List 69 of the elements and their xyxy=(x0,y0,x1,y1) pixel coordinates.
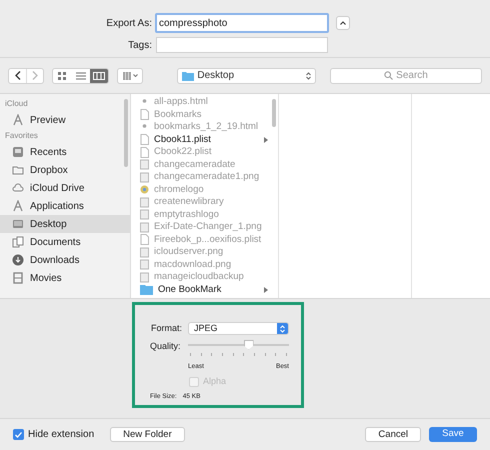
collapse-button[interactable] xyxy=(336,16,350,30)
scrollbar[interactable] xyxy=(124,99,128,167)
sidebar-item[interactable]: iCloud Drive xyxy=(0,179,130,197)
format-popup[interactable]: JPEG xyxy=(188,322,289,336)
format-label: Format: xyxy=(150,322,182,335)
chevron-up-icon xyxy=(340,21,346,25)
sidebar-item[interactable]: Applications xyxy=(0,197,130,215)
sidebar-item[interactable]: Documents xyxy=(0,233,130,251)
quality-label: Quality: xyxy=(150,340,182,353)
scrollbar[interactable] xyxy=(272,99,276,127)
film-icon xyxy=(12,272,24,284)
hide-extension-checkbox[interactable] xyxy=(13,429,24,440)
documents-icon xyxy=(12,236,24,248)
arrange-button[interactable] xyxy=(117,68,144,84)
document-icon xyxy=(140,109,149,120)
save-button[interactable]: Save xyxy=(429,427,477,442)
dialog-button[interactable]: Cancel xyxy=(365,427,421,442)
folder-icon xyxy=(140,284,153,296)
caret-icon xyxy=(132,74,138,77)
grid-icon xyxy=(57,70,68,80)
image-file-icon xyxy=(140,246,149,258)
download-icon xyxy=(12,254,24,266)
sidebar-heading: Favorites xyxy=(4,130,39,142)
document-icon xyxy=(140,134,149,146)
tags-field[interactable] xyxy=(156,37,328,53)
sidebar-item[interactable]: Dropbox xyxy=(0,161,130,179)
folder-icon xyxy=(182,70,194,80)
image-file-icon xyxy=(140,196,149,208)
sidebar-item[interactable]: Recents xyxy=(0,143,130,161)
field-label: Tags: xyxy=(127,38,153,52)
search-icon xyxy=(384,71,394,80)
grid-icon xyxy=(122,72,131,80)
list-icon xyxy=(76,70,86,80)
columns-icon xyxy=(92,70,105,80)
chevron-right-icon xyxy=(32,71,38,80)
chevron-left-icon xyxy=(14,71,20,80)
compass-letter-icon xyxy=(12,200,24,212)
cloud-icon xyxy=(12,182,24,194)
folder-icon xyxy=(12,164,24,176)
sidebar-item[interactable]: Preview xyxy=(0,111,130,129)
quality-slider[interactable] xyxy=(188,340,289,350)
image-file-icon xyxy=(140,172,149,183)
column-view-button[interactable] xyxy=(90,68,108,82)
image-file-icon xyxy=(140,272,149,283)
dialog-button[interactable]: New Folder xyxy=(110,427,185,442)
file-item[interactable]: Cbook11.plist xyxy=(131,134,278,146)
up-down-arrows-icon xyxy=(306,72,312,80)
filename-field[interactable]: compressphoto xyxy=(155,13,329,33)
compass-letter-icon xyxy=(12,114,24,126)
location-popup[interactable]: Desktop xyxy=(177,68,316,84)
image-file-icon xyxy=(140,222,149,233)
sidebar-heading: iCloud xyxy=(4,98,29,110)
disclosure-arrow-icon xyxy=(264,286,268,293)
disclosure-arrow-icon xyxy=(264,136,268,143)
clock-box-icon xyxy=(12,146,24,158)
stepper-icon xyxy=(277,323,288,334)
field-label: Export As: xyxy=(105,16,153,30)
document-icon xyxy=(140,146,149,158)
round-logo-icon xyxy=(140,184,149,196)
sidebar-item[interactable]: Downloads xyxy=(0,251,130,269)
hide-extension-label: Hide extension xyxy=(28,428,94,442)
file-item[interactable]: One BookMark xyxy=(131,284,278,296)
image-file-icon xyxy=(140,259,149,270)
image-file-icon xyxy=(140,209,149,220)
image-file-icon xyxy=(140,159,149,170)
sidebar-item[interactable]: Movies xyxy=(0,269,130,287)
sidebar-item[interactable]: Desktop xyxy=(0,215,130,233)
monitor-icon xyxy=(12,218,24,230)
document-icon xyxy=(140,234,149,246)
